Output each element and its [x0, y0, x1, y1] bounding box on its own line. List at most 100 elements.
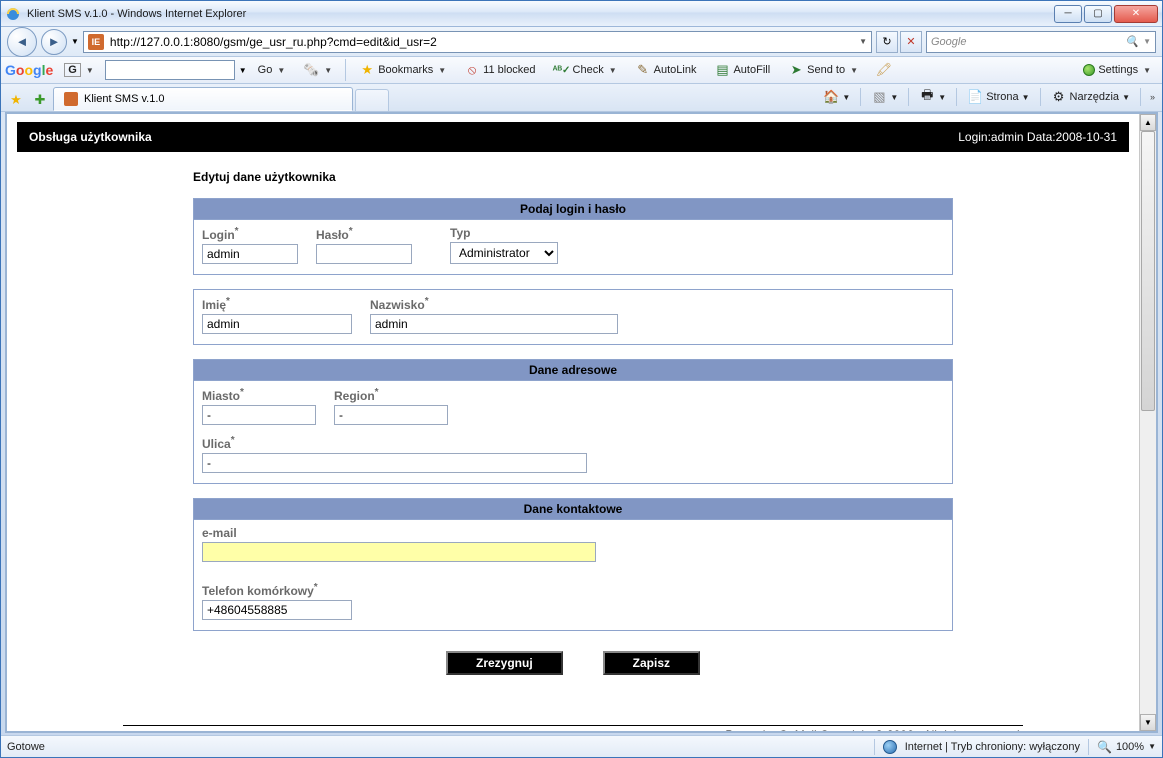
nav-history-dropdown[interactable]: ▼ — [71, 37, 79, 46]
titlebar: Klient SMS v.1.0 - Windows Internet Expl… — [1, 1, 1162, 27]
rss-icon: ▧ — [871, 89, 887, 105]
home-icon: 🏠 — [823, 89, 839, 105]
news-icon: 🗞️ — [303, 62, 319, 78]
section-contact-head: Dane kontaktowe — [194, 499, 952, 520]
search-placeholder: Google — [931, 36, 966, 48]
address-bar[interactable]: IE ▼ — [83, 31, 872, 53]
section-address: Dane adresowe Miasto* Region* — [193, 359, 953, 484]
favorites-star-button[interactable]: ★ — [5, 89, 27, 111]
add-favorites-button[interactable]: ✚ — [29, 89, 51, 111]
type-label: Typ — [450, 226, 558, 240]
stop-button[interactable]: ✕ — [900, 31, 922, 53]
new-tab-button[interactable] — [355, 89, 389, 111]
google-go-button[interactable]: Go▼ — [251, 59, 293, 81]
search-icon[interactable]: 🔍 — [1125, 35, 1139, 48]
page-viewport: Obsługa użytkownika Login:admin Data:200… — [5, 112, 1158, 733]
zoom-dropdown-icon[interactable]: ▼ — [1148, 742, 1156, 751]
google-search-dropdown[interactable]: ▼ — [239, 66, 247, 75]
settings-label: Settings — [1098, 64, 1138, 76]
google-brand-button[interactable]: G▼ — [57, 59, 100, 81]
cancel-button[interactable]: Zrezygnuj — [446, 651, 563, 675]
address-dropdown-icon[interactable]: ▼ — [859, 37, 867, 46]
print-button[interactable]: 🖶▼ — [915, 86, 950, 108]
refresh-icon: ↻ — [882, 35, 891, 48]
gear-icon: ⚙ — [1051, 89, 1067, 105]
google-search-input[interactable] — [105, 60, 235, 80]
spellcheck-button[interactable]: ᴬᴮ✓Check▼ — [547, 59, 624, 81]
scroll-up-button[interactable]: ▲ — [1140, 114, 1156, 131]
phone-label: Telefon komórkowy* — [202, 582, 944, 598]
tab-label: Klient SMS v.1.0 — [84, 93, 165, 105]
city-input[interactable] — [202, 405, 316, 425]
home-button[interactable]: 🏠▼ — [819, 86, 854, 108]
email-input[interactable] — [202, 542, 596, 562]
check-label: Check — [573, 64, 604, 76]
zoom-control[interactable]: 🔍 100% ▼ — [1097, 740, 1156, 754]
lastname-label: Nazwisko* — [370, 296, 618, 312]
security-zone-text: Internet | Tryb chroniony: wyłączony — [905, 741, 1080, 753]
type-select[interactable]: Administrator — [450, 242, 558, 264]
page-menu-button[interactable]: 📄Strona▼ — [963, 86, 1033, 108]
feeds-button[interactable]: ▧▼ — [867, 86, 902, 108]
form-title: Edytuj dane użytkownika — [193, 170, 953, 184]
highlight-button[interactable]: 🖍 — [869, 59, 899, 81]
browser-tab[interactable]: Klient SMS v.1.0 — [53, 87, 353, 111]
section-address-head: Dane adresowe — [194, 360, 952, 381]
street-input[interactable] — [202, 453, 587, 473]
back-button[interactable]: ◄ — [7, 27, 37, 57]
browser-search-box[interactable]: Google 🔍 ▼ — [926, 31, 1156, 53]
maximize-button[interactable]: ▢ — [1084, 5, 1112, 23]
firstname-input[interactable] — [202, 314, 352, 334]
scroll-down-button[interactable]: ▼ — [1140, 714, 1156, 731]
nav-toolbar: ◄ ► ▼ IE ▼ ↻ ✕ Google 🔍 ▼ — [1, 27, 1162, 57]
phone-input[interactable] — [202, 600, 352, 620]
bookmarks-label: Bookmarks — [378, 64, 433, 76]
page-header-bar: Obsługa użytkownika Login:admin Data:200… — [17, 122, 1129, 152]
star-icon: ★ — [359, 62, 375, 78]
url-input[interactable] — [108, 34, 855, 50]
blocked-label: 11 blocked — [483, 64, 535, 76]
sendto-label: Send to — [807, 64, 845, 76]
tools-menu-button[interactable]: ⚙Narzędzia▼ — [1047, 86, 1134, 108]
popup-blocked-button[interactable]: ⦸11 blocked — [457, 59, 542, 81]
page-icon: 📄 — [967, 89, 983, 105]
lastname-input[interactable] — [370, 314, 618, 334]
region-input[interactable] — [334, 405, 448, 425]
toolbar-overflow-button[interactable]: » — [1147, 92, 1158, 102]
save-button[interactable]: Zapisz — [603, 651, 700, 675]
forward-button[interactable]: ► — [41, 29, 67, 55]
star-icon: ★ — [8, 92, 24, 108]
section-login-head: Podaj login i hasło — [194, 199, 952, 220]
password-label: Hasło* — [316, 226, 412, 242]
sendto-button[interactable]: ➤Send to▼ — [781, 59, 865, 81]
search-dropdown-icon[interactable]: ▼ — [1143, 37, 1151, 46]
autolink-icon: ✎ — [635, 62, 651, 78]
tab-bar: ★ ✚ Klient SMS v.1.0 🏠▼ ▧▼ 🖶▼ 📄Strona▼ ⚙… — [1, 84, 1162, 112]
scroll-thumb[interactable] — [1141, 131, 1155, 411]
firstname-label: Imię* — [202, 296, 352, 312]
vertical-scrollbar[interactable]: ▲ ▼ — [1139, 114, 1156, 731]
page-favicon-icon: IE — [88, 34, 104, 50]
email-label: e-mail — [202, 526, 944, 540]
check-icon: ᴬᴮ✓ — [554, 62, 570, 78]
street-label: Ulica* — [202, 435, 944, 451]
section-contact: Dane kontaktowe e-mail Telefon komórkowy… — [193, 498, 953, 631]
zoom-value: 100% — [1116, 741, 1144, 753]
close-button[interactable]: ✕ — [1114, 5, 1158, 23]
scroll-track[interactable] — [1140, 131, 1156, 714]
autofill-button[interactable]: ▤AutoFill — [707, 59, 777, 81]
region-label: Region* — [334, 387, 448, 403]
add-star-icon: ✚ — [32, 92, 48, 108]
google-news-button[interactable]: 🗞️▼ — [296, 59, 339, 81]
bookmarks-button[interactable]: ★Bookmarks▼ — [352, 59, 453, 81]
refresh-button[interactable]: ↻ — [876, 31, 898, 53]
google-logo: Google — [5, 62, 53, 78]
minimize-button[interactable]: ─ — [1054, 5, 1082, 23]
autolink-button[interactable]: ✎AutoLink — [628, 59, 704, 81]
toolbar-settings-button[interactable]: Settings▼ — [1076, 59, 1158, 81]
login-input[interactable] — [202, 244, 298, 264]
status-text: Gotowe — [7, 741, 45, 753]
password-input[interactable] — [316, 244, 412, 264]
page-content: Obsługa użytkownika Login:admin Data:200… — [7, 114, 1139, 731]
section-name: Imię* Nazwisko* — [193, 289, 953, 345]
